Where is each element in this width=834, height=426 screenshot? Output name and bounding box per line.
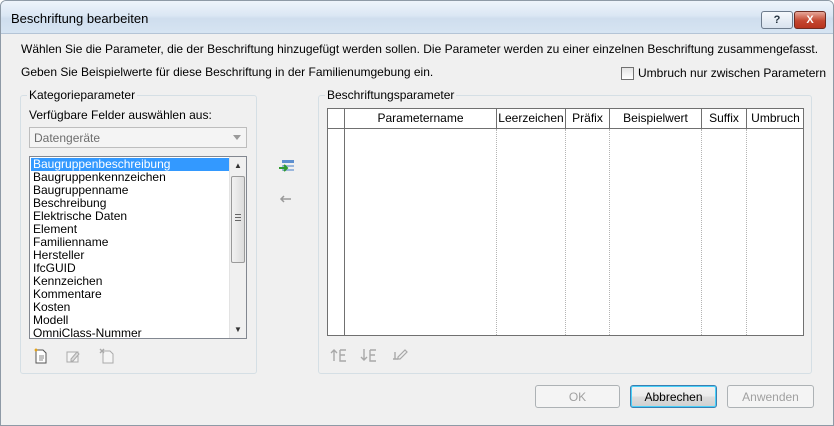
new-parameter-button[interactable] <box>31 346 51 366</box>
column-header-parametername[interactable]: Parametername <box>345 109 497 129</box>
column-header-praefix[interactable]: Präfix <box>566 109 610 129</box>
move-down-button[interactable] <box>359 345 379 365</box>
column-leerzeichen <box>497 129 566 335</box>
new-parameter-icon <box>34 348 47 364</box>
intro-text-line1: Wählen Sie die Parameter, die der Beschr… <box>21 42 819 56</box>
help-button[interactable]: ? <box>761 11 793 29</box>
category-parameters-title: Kategorieparameter <box>27 88 138 102</box>
column-umbruch <box>747 129 803 335</box>
add-parameter-button[interactable] <box>277 157 297 177</box>
available-fields-list[interactable]: Baugruppenbeschreibung Baugruppenkennzeic… <box>29 156 247 339</box>
label-parameters-table[interactable]: Parametername Leerzeichen Präfix Beispie… <box>327 108 804 336</box>
chevron-down-icon <box>233 135 241 140</box>
apply-button[interactable]: Anwenden <box>727 385 814 408</box>
cancel-button[interactable]: Abbrechen <box>630 385 717 408</box>
scroll-up-icon[interactable]: ▲ <box>230 157 246 174</box>
row-header-column <box>328 109 345 335</box>
dialog-title: Beschriftung bearbeiten <box>11 11 149 26</box>
column-header-umbruch[interactable]: Umbruch <box>747 109 803 129</box>
edit-parameter-button[interactable] <box>63 346 83 366</box>
move-up-button[interactable] <box>329 345 349 365</box>
wrap-checkbox[interactable] <box>621 66 634 80</box>
move-down-icon <box>360 349 376 362</box>
label-parameters-title: Beschriftungsparameter <box>325 88 457 102</box>
add-parameter-arrow-icon <box>279 160 294 172</box>
edit-parameter-icon <box>66 351 80 363</box>
category-select-value: Datengeräte <box>34 131 101 145</box>
remove-parameter-arrow-icon <box>279 195 291 203</box>
ok-button[interactable]: OK <box>535 385 620 408</box>
category-select[interactable]: Datengeräte <box>29 127 247 148</box>
remove-parameter-button[interactable] <box>275 189 295 209</box>
column-header-beispielwert[interactable]: Beispielwert <box>610 109 702 129</box>
fields-scrollbar[interactable]: ▲ ▼ <box>229 157 246 338</box>
wrap-checkbox-label: Umbruch nur zwischen Parametern <box>638 66 827 80</box>
column-parametername <box>345 129 497 335</box>
close-button[interactable]: X <box>794 11 826 29</box>
edit-format-button[interactable] <box>389 345 409 365</box>
wrap-option[interactable]: Umbruch nur zwischen Parametern <box>621 66 826 80</box>
table-header: Parametername Leerzeichen Präfix Beispie… <box>328 109 803 129</box>
delete-parameter-button[interactable] <box>97 346 117 366</box>
scroll-thumb[interactable] <box>231 176 245 263</box>
move-up-icon <box>330 349 346 362</box>
grip-icon <box>235 214 241 223</box>
title-bar[interactable]: Beschriftung bearbeiten ? X <box>1 1 833 34</box>
column-beispielwert <box>610 129 702 335</box>
available-fields-label: Verfügbare Felder auswählen aus: <box>29 108 212 122</box>
column-praefix <box>566 129 610 335</box>
scroll-down-icon[interactable]: ▼ <box>230 321 246 338</box>
edit-format-icon <box>393 349 408 360</box>
column-header-leerzeichen[interactable]: Leerzeichen <box>497 109 566 129</box>
column-header-suffix[interactable]: Suffix <box>702 109 747 129</box>
edit-label-dialog: Beschriftung bearbeiten ? X Wählen Sie d… <box>0 0 834 426</box>
delete-parameter-icon <box>99 348 114 364</box>
intro-text-line2: Geben Sie Beispielwerte für diese Beschr… <box>21 65 434 79</box>
list-item[interactable]: OmniClass-Nummer <box>31 327 230 339</box>
column-suffix <box>702 129 747 335</box>
available-fields-items: Baugruppenbeschreibung Baugruppenkennzeic… <box>31 158 230 339</box>
